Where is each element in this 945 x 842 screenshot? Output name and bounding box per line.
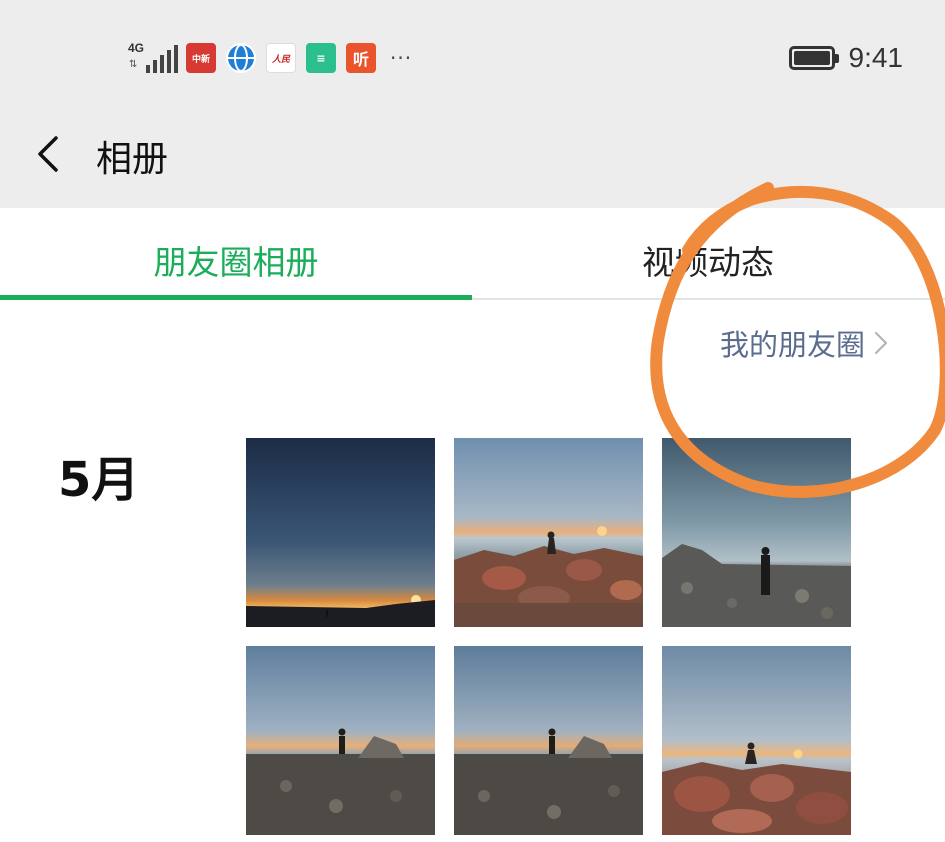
photo-thumbnail[interactable]: [454, 646, 643, 835]
clock: 9:41: [848, 42, 904, 73]
my-moments-label: 我的朋友圈: [719, 328, 865, 362]
listen-app-icon: 听: [346, 43, 376, 73]
tab-moments-album[interactable]: 朋友圈相册: [0, 236, 472, 284]
tab-bar: 朋友圈相册 视频动态: [0, 208, 945, 300]
nav-bar: 相册: [0, 118, 945, 208]
photo-thumbnail[interactable]: [662, 646, 851, 835]
photo-thumbnail[interactable]: [662, 438, 851, 627]
people-daily-app-icon: 人民: [266, 43, 296, 73]
status-right: 9:41: [788, 40, 904, 76]
back-button[interactable]: [28, 132, 72, 176]
more-notifications-icon: ···: [390, 46, 413, 70]
page-title: 相册: [96, 139, 169, 180]
chevron-right-icon: [874, 331, 888, 355]
status-left: 4G ⇅ 中新 人民 ≡ 听 ···: [128, 40, 412, 76]
photo-grid: [246, 438, 851, 835]
photo-thumbnail[interactable]: [246, 438, 435, 627]
photo-thumbnail[interactable]: [246, 646, 435, 835]
news-app-icon: 中新: [186, 43, 216, 73]
chevron-left-icon: [38, 136, 58, 172]
month-header: 5月: [58, 452, 140, 508]
photo-thumbnail[interactable]: [454, 438, 643, 627]
notes-app-icon: ≡: [306, 43, 336, 73]
network-type-label: 4G: [128, 41, 145, 55]
active-tab-indicator: [0, 295, 472, 300]
tab-video-status[interactable]: 视频动态: [472, 236, 944, 284]
status-bar: 4G ⇅ 中新 人民 ≡ 听 ··· 9:41: [0, 0, 945, 118]
cellular-signal-icon: 4G ⇅: [128, 41, 178, 75]
globe-app-icon: [226, 43, 256, 73]
my-moments-link[interactable]: 我的朋友圈: [720, 322, 889, 364]
data-arrows-icon: ⇅: [129, 59, 138, 70]
battery-icon: [788, 46, 839, 70]
